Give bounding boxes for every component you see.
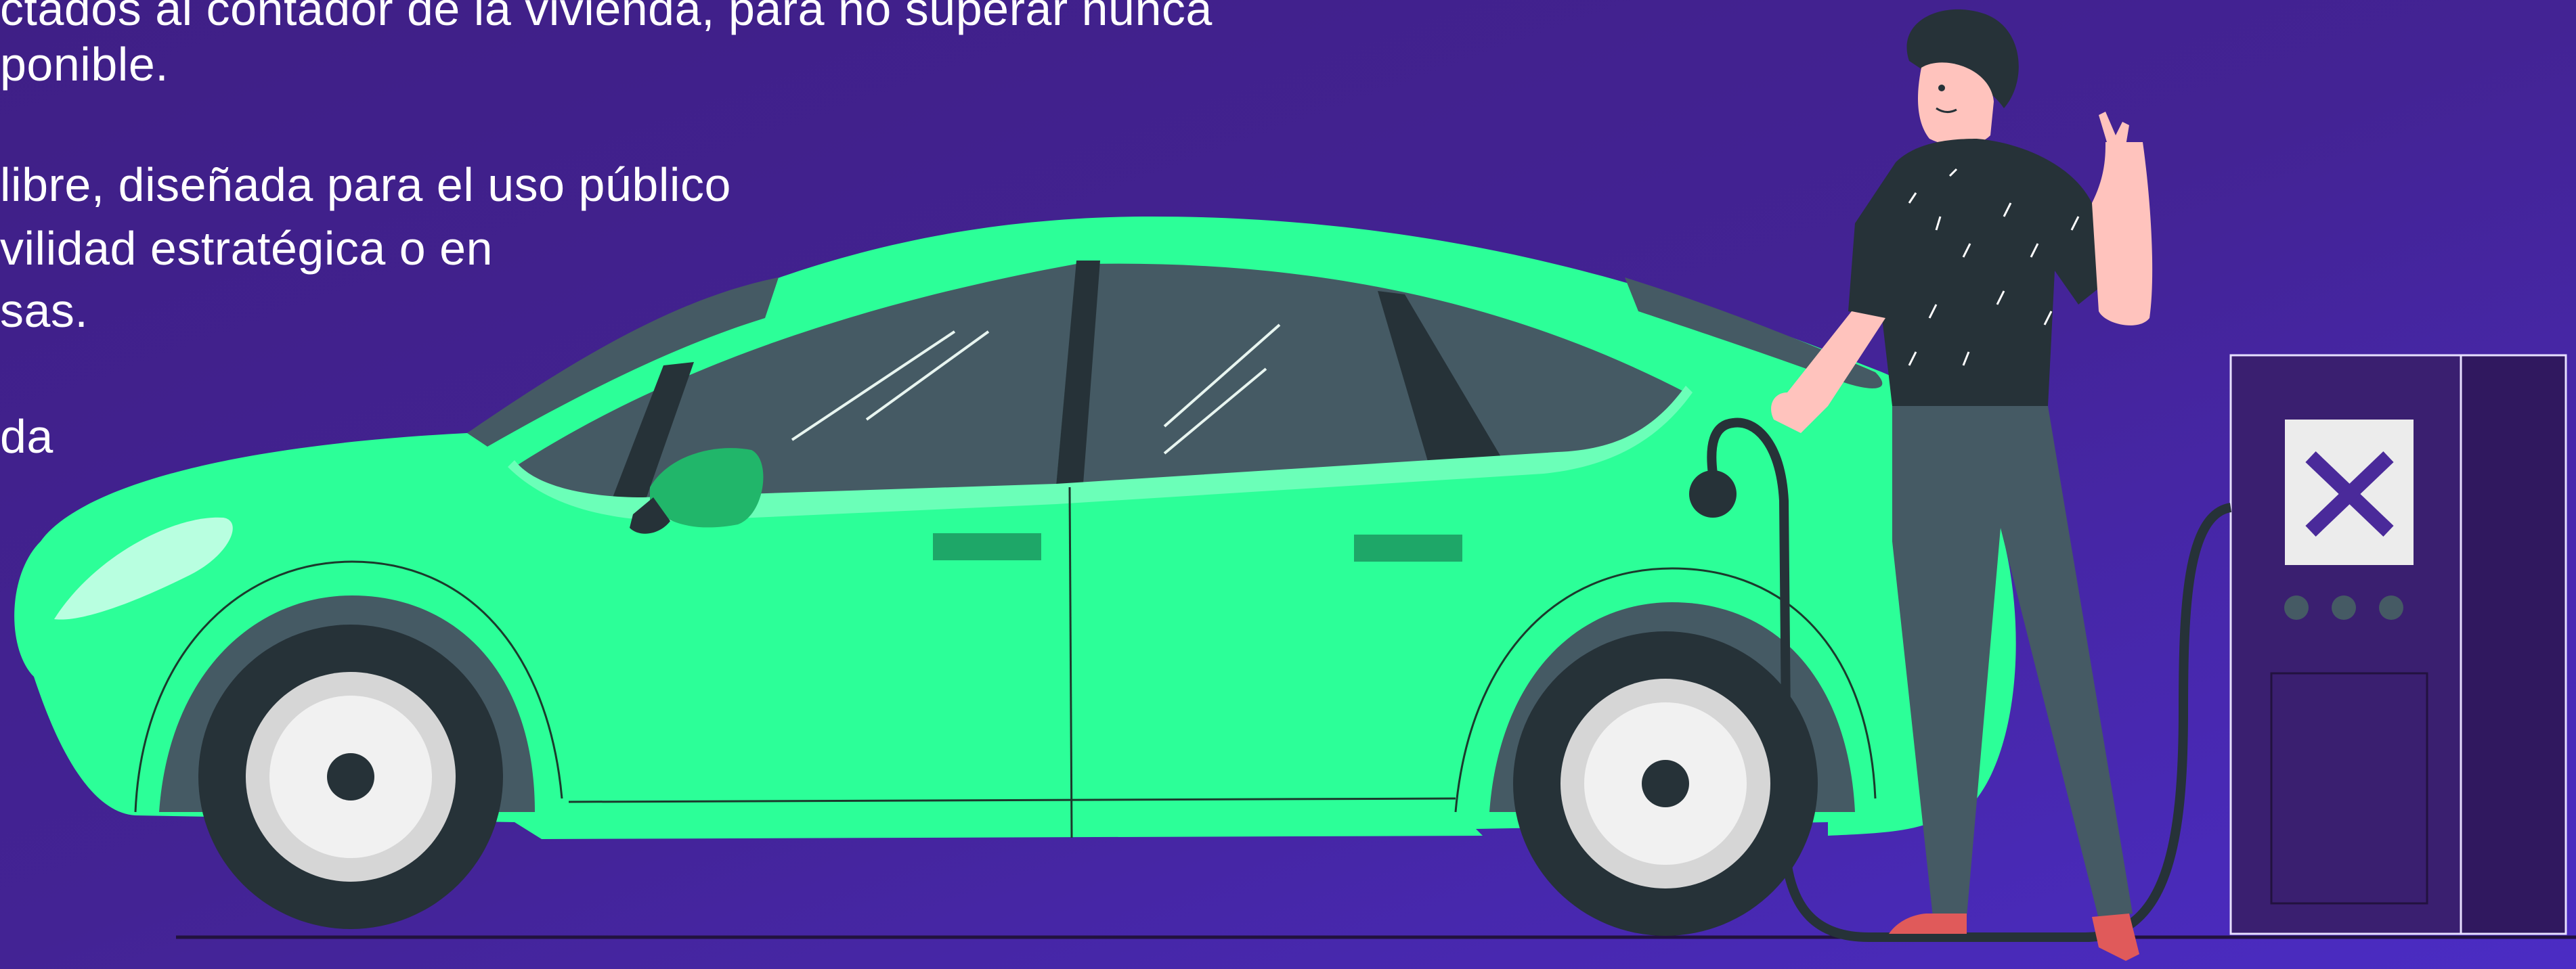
illustration <box>14 9 2576 961</box>
peace-hand <box>2099 112 2129 145</box>
person-shoe-left <box>1889 914 1967 934</box>
charging-plug <box>1689 470 1737 518</box>
door-handle-front <box>933 533 1041 560</box>
station-button-3 <box>2379 595 2403 620</box>
door-handle-rear <box>1354 535 1462 562</box>
station-button-1 <box>2284 595 2309 620</box>
front-wheel <box>198 625 503 929</box>
rear-wheel <box>1513 631 1818 936</box>
charging-station-icon <box>2229 354 2567 935</box>
person-raised-arm <box>2092 142 2153 325</box>
station-button-2 <box>2332 595 2356 620</box>
station-side-panel <box>2460 354 2567 935</box>
car-icon <box>14 217 2016 936</box>
person-shirt <box>1848 139 2112 406</box>
